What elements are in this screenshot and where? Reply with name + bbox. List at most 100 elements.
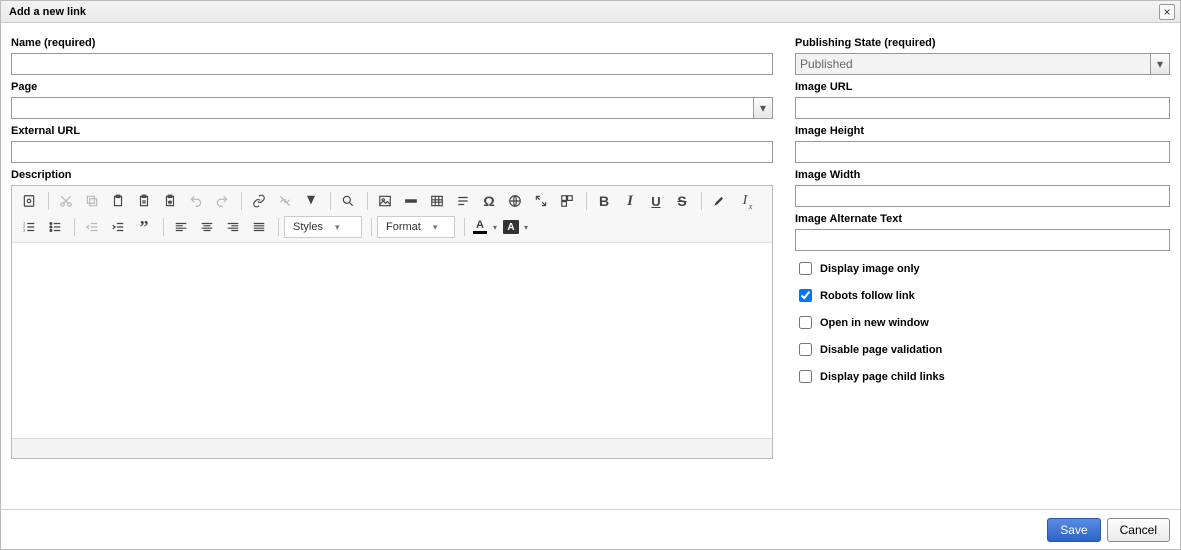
format-dropdown[interactable]: Format ▾	[377, 216, 455, 238]
text-color-icon[interactable]: A	[470, 216, 490, 238]
paste-icon[interactable]	[106, 190, 130, 212]
outdent-icon[interactable]	[80, 216, 104, 238]
page-combo-trigger[interactable]: ▾	[753, 97, 773, 119]
image-alt-label: Image Alternate Text	[795, 213, 1170, 225]
styles-dropdown-label: Styles	[293, 221, 323, 233]
show-blocks-icon[interactable]	[555, 190, 579, 212]
italic-icon[interactable]: I	[618, 190, 642, 212]
background-color-icon[interactable]: A	[501, 216, 521, 238]
open-new-window-checkbox[interactable]	[799, 316, 812, 329]
image-url-input[interactable]	[795, 97, 1170, 119]
numbered-list-icon[interactable]: 123	[17, 216, 41, 238]
maximize-icon[interactable]	[529, 190, 553, 212]
separator	[48, 192, 49, 210]
image-width-input[interactable]	[795, 185, 1170, 207]
publishing-state-value[interactable]	[795, 53, 1150, 75]
separator	[464, 218, 465, 236]
dialog-content: Name (required) Page ▾ External URL Desc…	[1, 23, 1180, 467]
disable-page-validation-checkbox[interactable]	[799, 343, 812, 356]
svg-text:3: 3	[23, 229, 25, 233]
iframe-icon[interactable]	[503, 190, 527, 212]
align-justify-icon[interactable]	[247, 216, 271, 238]
underline-icon[interactable]: U	[644, 190, 668, 212]
source-icon[interactable]	[17, 190, 41, 212]
save-button[interactable]: Save	[1047, 518, 1100, 542]
bold-icon[interactable]: B	[592, 190, 616, 212]
styles-dropdown[interactable]: Styles ▾	[284, 216, 362, 238]
special-char-icon[interactable]: Ω	[477, 190, 501, 212]
image-alt-input[interactable]	[795, 229, 1170, 251]
dialog-footer: Save Cancel	[1, 509, 1180, 549]
page-combo[interactable]: ▾	[11, 97, 773, 119]
robots-follow-checkbox[interactable]	[799, 289, 812, 302]
display-image-only-label: Display image only	[820, 263, 920, 275]
align-right-icon[interactable]	[221, 216, 245, 238]
separator	[278, 218, 279, 236]
chevron-down-icon: ▾	[433, 222, 438, 233]
indent-icon[interactable]	[106, 216, 130, 238]
external-url-label: External URL	[11, 125, 773, 137]
blockquote-icon[interactable]: ”	[132, 216, 156, 238]
paste-word-icon[interactable]	[158, 190, 182, 212]
redo-icon[interactable]	[210, 190, 234, 212]
cancel-button[interactable]: Cancel	[1107, 518, 1170, 542]
anchor-icon[interactable]	[299, 190, 323, 212]
chevron-down-icon[interactable]: ▾	[524, 223, 528, 232]
link-icon[interactable]	[247, 190, 271, 212]
separator	[701, 192, 702, 210]
right-column: Publishing State (required) ▾ Image URL …	[795, 31, 1170, 459]
display-child-links-label: Display page child links	[820, 371, 945, 383]
text-color-swatch	[473, 231, 487, 234]
separator	[241, 192, 242, 210]
publishing-state-combo[interactable]: ▾	[795, 53, 1170, 75]
separator	[163, 218, 164, 236]
copy-icon[interactable]	[80, 190, 104, 212]
bulleted-list-icon[interactable]	[43, 216, 67, 238]
align-center-icon[interactable]	[195, 216, 219, 238]
strikethrough-icon[interactable]: S	[670, 190, 694, 212]
separator	[74, 218, 75, 236]
undo-icon[interactable]	[184, 190, 208, 212]
unlink-icon[interactable]	[273, 190, 297, 212]
open-new-window-label: Open in new window	[820, 317, 929, 329]
external-url-input[interactable]	[11, 141, 773, 163]
display-image-only-row: Display image only	[795, 259, 1170, 278]
display-image-only-checkbox[interactable]	[799, 262, 812, 275]
robots-follow-label: Robots follow link	[820, 290, 915, 302]
page-combo-input[interactable]	[11, 97, 753, 119]
table-icon[interactable]	[425, 190, 449, 212]
paste-text-icon[interactable]	[132, 190, 156, 212]
dialog-titlebar: Add a new link ×	[1, 1, 1180, 23]
editor-statusbar	[12, 438, 772, 458]
separator	[330, 192, 331, 210]
remove-format-icon[interactable]: Ix	[733, 190, 757, 212]
image-icon[interactable]	[373, 190, 397, 212]
publishing-state-trigger[interactable]: ▾	[1150, 53, 1170, 75]
description-label: Description	[11, 169, 773, 181]
chevron-down-icon: ▾	[760, 101, 766, 115]
display-child-links-checkbox[interactable]	[799, 370, 812, 383]
image-width-label: Image Width	[795, 169, 1170, 181]
cut-icon[interactable]	[54, 190, 78, 212]
close-button[interactable]: ×	[1159, 4, 1175, 20]
display-child-links-row: Display page child links	[795, 367, 1170, 386]
separator	[367, 192, 368, 210]
left-column: Name (required) Page ▾ External URL Desc…	[11, 31, 773, 459]
disable-page-validation-label: Disable page validation	[820, 344, 942, 356]
horizontal-rule-icon[interactable]	[399, 190, 423, 212]
chevron-down-icon: ▾	[335, 222, 340, 233]
dialog-title: Add a new link	[9, 6, 86, 18]
highlight-icon[interactable]	[707, 190, 731, 212]
page-label: Page	[11, 81, 773, 93]
editor-body[interactable]	[12, 243, 772, 438]
name-input[interactable]	[11, 53, 773, 75]
separator	[586, 192, 587, 210]
find-icon[interactable]	[336, 190, 360, 212]
chevron-down-icon[interactable]: ▾	[493, 223, 497, 232]
editor-toolbar: Ω B I U S Ix 123 ”	[12, 186, 772, 243]
line-break-icon[interactable]	[451, 190, 475, 212]
open-new-window-row: Open in new window	[795, 313, 1170, 332]
image-height-input[interactable]	[795, 141, 1170, 163]
align-left-icon[interactable]	[169, 216, 193, 238]
publishing-state-label: Publishing State (required)	[795, 37, 1170, 49]
